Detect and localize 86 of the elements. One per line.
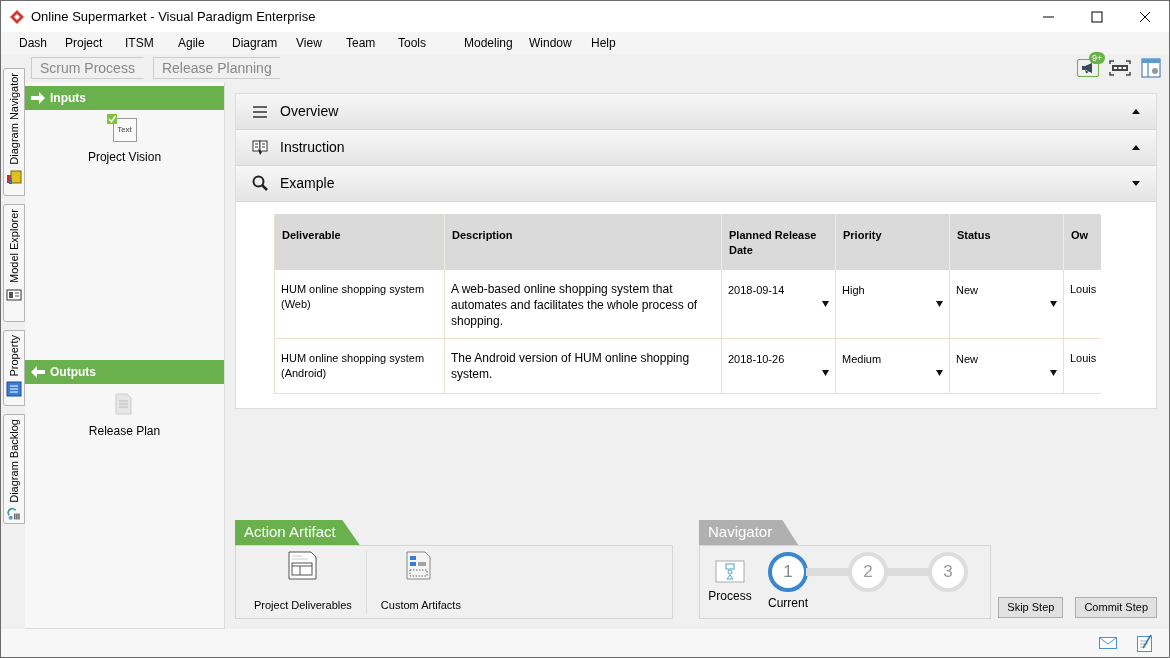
section-title: Overview xyxy=(280,102,339,121)
accordion-header[interactable]: Overview xyxy=(236,94,1156,130)
menu-item[interactable]: Help xyxy=(573,34,613,52)
column-header[interactable]: Ow xyxy=(1064,214,1101,270)
arrow-icon xyxy=(31,366,45,378)
table-cell: HUM online shopping system (Android) xyxy=(275,339,445,393)
side-tab[interactable]: Diagram Backlog xyxy=(3,414,25,524)
menu-item[interactable]: View xyxy=(278,34,328,52)
property-icon xyxy=(6,380,22,397)
menu-item[interactable]: Modeling xyxy=(446,34,511,52)
cell-value: High xyxy=(842,284,865,296)
dropdown-cell[interactable]: 2018-10-26 xyxy=(722,339,836,393)
menu-lines-icon xyxy=(252,103,268,120)
step-caption: Current xyxy=(768,595,808,612)
menu-item[interactable]: Team xyxy=(328,34,380,52)
maximize-icon[interactable] xyxy=(1091,10,1103,23)
dropdown-caret-icon[interactable] xyxy=(822,301,829,307)
column-header[interactable]: Deliverable xyxy=(275,214,445,270)
layout-panel-icon[interactable] xyxy=(1141,58,1161,78)
arrow-icon xyxy=(31,92,45,104)
menu-item[interactable]: Tools xyxy=(380,34,446,52)
explorer-icon xyxy=(6,287,22,303)
table-cell: A web-based online shopping system that automates and facilitates the whole process of shopping. xyxy=(445,270,722,338)
cell-value: New xyxy=(956,284,978,296)
mail-icon[interactable] xyxy=(1099,637,1117,649)
app-logo-icon xyxy=(9,8,25,25)
accordion-header[interactable]: Example xyxy=(236,166,1156,202)
text-document-icon[interactable]: Text xyxy=(112,118,137,142)
caret-icon xyxy=(1132,181,1140,186)
column-header[interactable]: Description xyxy=(445,214,722,270)
window-title: Online Supermarket - Visual Paradigm Enterprise xyxy=(31,7,316,26)
caret-icon xyxy=(1132,109,1140,114)
table-cell: The Android version of HUM online shopping system. xyxy=(445,339,722,393)
dropdown-caret-icon[interactable] xyxy=(936,370,943,376)
step-connector xyxy=(806,568,850,576)
note-edit-icon[interactable] xyxy=(1137,634,1153,652)
icon-label: Text xyxy=(117,126,132,134)
side-tab[interactable]: Diagram Navigator xyxy=(3,68,25,196)
cell-value: New xyxy=(956,353,978,365)
step-button[interactable]: Skip Step xyxy=(998,597,1064,618)
notification-badge: 9+ xyxy=(1089,52,1106,64)
artifact-label[interactable]: Project Deliverables xyxy=(254,596,352,613)
navigator-icon xyxy=(6,168,22,185)
table-document-icon[interactable] xyxy=(287,551,318,581)
menu-item[interactable]: Window xyxy=(511,34,573,52)
column-header[interactable]: Planned Release Date xyxy=(722,214,836,270)
side-tab[interactable]: Model Explorer xyxy=(3,204,25,322)
cell-value: 2018-10-26 xyxy=(728,353,785,365)
fit-view-icon[interactable] xyxy=(1109,60,1131,76)
dropdown-caret-icon[interactable] xyxy=(822,370,829,376)
side-tab[interactable]: Property xyxy=(3,330,25,406)
book-icon xyxy=(252,139,268,156)
dropdown-cell[interactable]: 2018-09-14 xyxy=(722,270,836,338)
menu-item[interactable]: Agile xyxy=(160,34,214,52)
table-cell: HUM online shopping system (Web) xyxy=(275,270,445,338)
menu-item[interactable]: Project xyxy=(47,34,107,52)
section-title: Inputs xyxy=(50,90,86,107)
table-cell: Louis xyxy=(1064,270,1101,338)
table-cell: Louis xyxy=(1064,339,1101,393)
artifact-label[interactable]: Release Plan xyxy=(88,422,161,440)
close-icon[interactable] xyxy=(1139,10,1151,23)
dropdown-caret-icon[interactable] xyxy=(936,301,943,307)
cell-value: 2018-09-14 xyxy=(728,284,785,296)
column-header[interactable]: Priority xyxy=(836,214,950,270)
search-icon xyxy=(252,175,268,192)
artifact-label[interactable]: Custom Artifacts xyxy=(380,596,461,613)
dropdown-cell[interactable]: New xyxy=(950,339,1064,393)
menu-item[interactable]: ITSM xyxy=(107,34,160,52)
dropdown-caret-icon[interactable] xyxy=(1050,370,1057,376)
accordion-header[interactable]: Instruction xyxy=(236,130,1156,166)
section-title: Instruction xyxy=(280,138,345,157)
section-title: Example xyxy=(280,174,335,193)
caret-icon xyxy=(1132,145,1140,150)
process-label: Process xyxy=(708,588,752,605)
dropdown-cell[interactable]: Medium xyxy=(836,339,950,393)
dropdown-cell[interactable]: New xyxy=(950,270,1064,338)
backlog-icon xyxy=(6,506,22,520)
menu-item[interactable]: Diagram xyxy=(214,34,278,52)
cell-value: Medium xyxy=(842,353,882,365)
step-button[interactable]: Commit Step xyxy=(1075,597,1157,618)
column-header[interactable]: Status xyxy=(950,214,1064,270)
dropdown-cell[interactable]: High xyxy=(836,270,950,338)
menu-item[interactable]: Dash xyxy=(1,34,47,52)
dropdown-caret-icon[interactable] xyxy=(1050,301,1057,307)
section-title: Outputs xyxy=(50,364,96,381)
artifact-label[interactable]: Project Vision xyxy=(87,148,162,166)
